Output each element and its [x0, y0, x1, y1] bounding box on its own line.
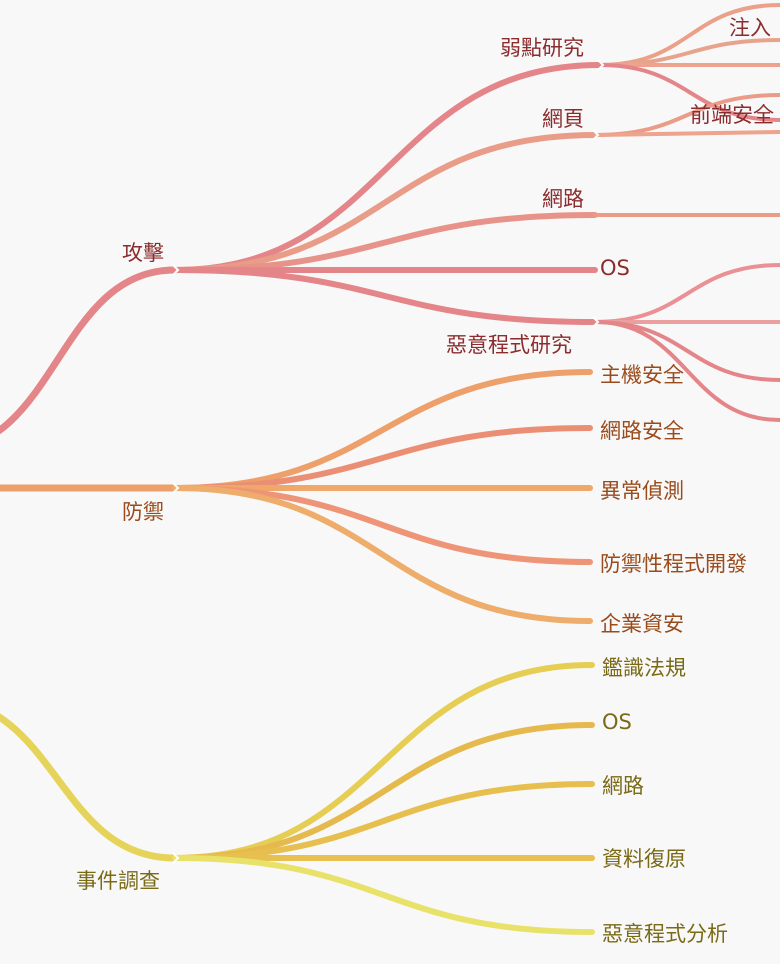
node-investigation-network[interactable]: 網路 — [602, 770, 644, 800]
mindmap-canvas: 攻擊 弱點研究 注入 前端安全 網頁 網路 OS 惡意程式研究 防禦 主機安全 … — [0, 0, 780, 964]
link-attack-malware — [172, 267, 598, 325]
link-attack-web — [172, 132, 598, 273]
link-root-investigation — [0, 713, 179, 862]
node-attack[interactable]: 攻擊 — [122, 237, 164, 267]
link-inv-network — [172, 781, 595, 861]
link-root-attack — [0, 266, 179, 435]
node-attack-os[interactable]: OS — [600, 256, 630, 280]
node-incident-investigation[interactable]: 事件調查 — [76, 865, 160, 895]
link-inv-os — [172, 722, 595, 861]
link-defense-programming — [172, 485, 593, 565]
node-defensive-programming[interactable]: 防禦性程式開發 — [600, 548, 747, 578]
node-host-security[interactable]: 主機安全 — [600, 359, 684, 389]
node-investigation-os[interactable]: OS — [602, 710, 632, 734]
link-inv-forensics — [172, 662, 595, 861]
node-attack-network[interactable]: 網路 — [542, 183, 584, 213]
node-injection[interactable]: 注入 — [729, 12, 771, 42]
node-data-recovery[interactable]: 資料復原 — [602, 843, 686, 873]
node-enterprise-security[interactable]: 企業資安 — [600, 608, 684, 638]
node-vuln-research[interactable]: 弱點研究 — [500, 32, 584, 62]
node-web[interactable]: 網頁 — [542, 103, 584, 133]
node-frontend-security[interactable]: 前端安全 — [690, 99, 774, 129]
link-defense-network — [172, 425, 593, 491]
node-malware-analysis[interactable]: 惡意程式分析 — [602, 918, 728, 948]
node-anomaly-detection[interactable]: 異常偵測 — [600, 475, 684, 505]
link-inv-malware — [172, 855, 595, 935]
node-malware-research[interactable]: 惡意程式研究 — [446, 329, 572, 359]
node-defense[interactable]: 防禦 — [122, 496, 164, 526]
node-network-security[interactable]: 網路安全 — [600, 415, 684, 445]
node-forensics-law[interactable]: 鑑識法規 — [602, 652, 686, 682]
link-defense-enterprise — [172, 485, 593, 624]
